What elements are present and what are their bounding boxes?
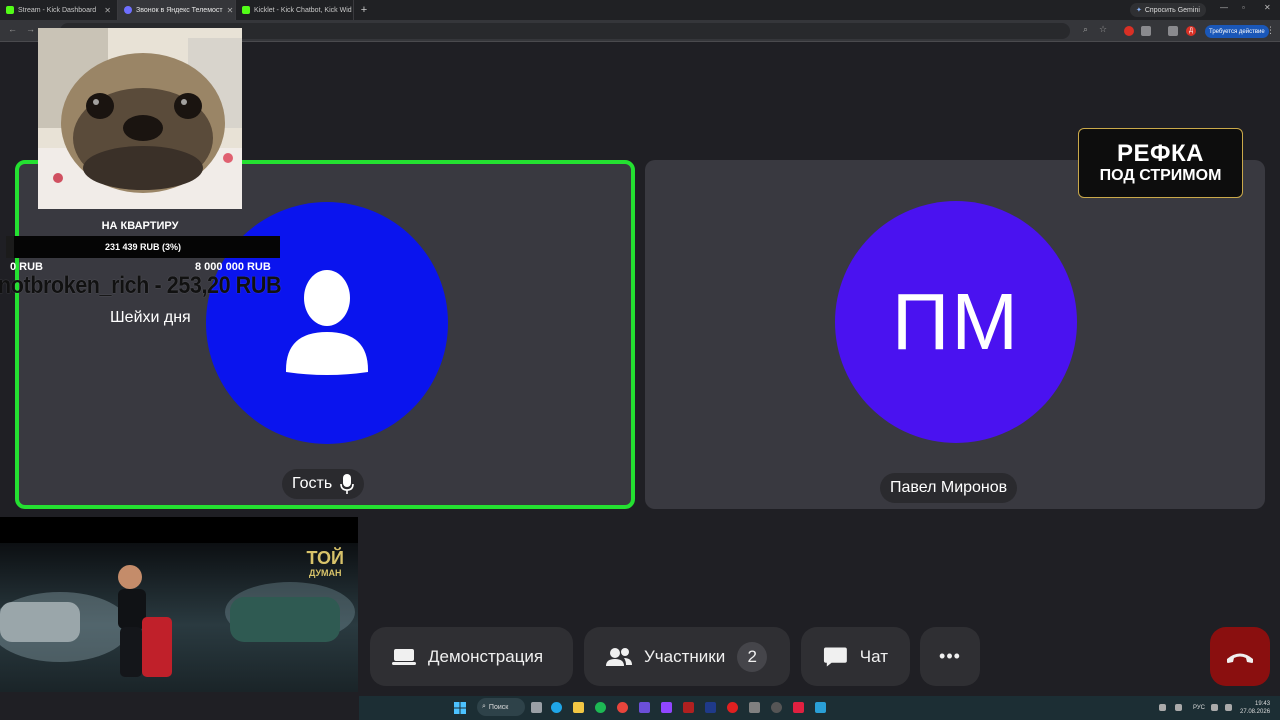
bookmark-star-icon[interactable]: ☆ [1099,24,1107,35]
back-icon[interactable]: ← [8,24,17,34]
app-icon[interactable] [639,702,650,713]
zoom-icon[interactable]: ⌕ [1083,24,1088,35]
search-icon: ⌕ [482,703,486,710]
ask-gemini-button[interactable]: ✦ Спросить Gemini [1130,3,1206,17]
end-call-button[interactable] [1210,627,1270,686]
screen-share-label: Демонстрация [428,646,544,666]
donation-goal-progress-bar: 231 439 RUB (3%) [6,236,280,258]
participants-icon [606,647,632,666]
music-video-overlay: ТОЙ ДУМАН [0,517,358,692]
participants-button[interactable]: Участники 2 [584,627,790,686]
tab-title: Kicklet - Kick Chatbot, Kick Wid [254,6,352,14]
minimize-window-icon[interactable]: — [1220,3,1228,12]
close-tab-icon[interactable]: ✕ [227,6,234,15]
taskbar-clock[interactable]: 19:43 27.08.2026 [1240,700,1270,716]
referral-promo-badge: РЕФКА ПОД СТРИМОМ [1078,128,1243,198]
extensions-puzzle-icon[interactable] [1141,26,1151,36]
top-donor-caption: Шейхи дня [110,309,191,326]
participant-name: Павел Миронов [890,479,1008,496]
task-view-icon[interactable] [531,702,542,713]
forward-icon[interactable]: → [26,24,35,34]
close-tab-icon[interactable]: ✕ [104,6,111,15]
tray-arrow-icon[interactable] [1159,704,1166,711]
taskbar-search-label: Поиск [488,703,509,711]
volume-icon[interactable] [1225,704,1232,711]
video-brand-line-1: ТОЙ [306,548,345,568]
start-button-icon[interactable] [454,702,466,714]
donation-goal-amount: 231 439 RUB (3%) [104,242,182,252]
new-tab-button[interactable]: + [354,4,374,16]
app-red-icon[interactable] [683,702,694,713]
maximize-window-icon[interactable]: ▫ [1242,3,1245,12]
chrome-icon[interactable] [617,702,628,713]
profile-avatar[interactable]: Д [1186,26,1196,36]
browser-tab-bar: Stream - Kick Dashboard ✕ Звонок в Яндек… [0,0,1280,20]
obs-icon[interactable] [771,702,782,713]
tray-mic-icon[interactable] [1175,704,1182,711]
more-options-button[interactable]: ••• [920,627,980,686]
participant-video-tile[interactable]: ПМ Павел Миронов [645,160,1265,509]
close-window-icon[interactable]: ✕ [1264,3,1271,12]
promo-line-1: РЕФКА [1117,140,1204,167]
tab-kicklet[interactable]: Kicklet - Kick Chatbot, Kick Wid ✕ [236,0,354,20]
keyboard-language[interactable]: РУС [1193,705,1205,711]
participant-name-pill: Павел Миронов [880,473,1018,503]
menu-dots-icon[interactable]: ⋮ [1266,25,1275,36]
spotify-icon[interactable] [595,702,606,713]
donation-goal-title: НА КВАРТИРУ [101,220,179,232]
taskbar-search[interactable]: ⌕ Поиск [477,698,525,716]
tab-kick-dashboard[interactable]: Stream - Kick Dashboard ✕ [0,0,118,20]
participants-count-badge: 2 [737,641,768,672]
kicklet-favicon-icon [242,6,250,14]
telegram-icon[interactable] [815,702,826,713]
screen-share-button[interactable]: Демонстрация [370,627,573,686]
app-gray-icon[interactable] [749,702,760,713]
guest-name-pill: Гость [282,469,365,499]
top-donor-text: notbroken_rich - 253,20 RUB [0,272,282,299]
pug-photo [38,28,242,209]
tab-telemost-call[interactable]: Звонок в Яндекс Телемост ✕ [118,0,236,20]
audition-icon[interactable] [705,702,716,713]
participants-label: Участники [644,646,726,666]
video-brand-line-2: ДУМАН [308,568,342,578]
chat-icon [823,646,847,667]
network-icon[interactable] [1211,704,1218,711]
guest-video-tile[interactable]: Гость [15,160,635,509]
gemini-icon: ✦ [1136,7,1142,14]
more-options-icon: ••• [939,646,961,666]
taskbar-date: 27.08.2026 [1240,709,1271,715]
file-explorer-icon[interactable] [573,702,584,713]
telemost-favicon-icon [124,6,132,14]
screen-share-icon [392,648,416,665]
twitch-icon[interactable] [661,702,672,713]
tab-title: Звонок в Яндекс Телемост [136,6,223,14]
kick-favicon-icon [6,6,14,14]
chat-button[interactable]: Чат [801,627,910,686]
ask-gemini-label: Спросить Gemini [1144,6,1200,14]
video-channel-logo: ТОЙ ДУМАН [307,549,345,580]
action-required-button[interactable]: Требуется действие [1205,25,1269,38]
edge-icon[interactable] [551,702,562,713]
tab-title: Stream - Kick Dashboard [18,6,97,14]
taskbar-time: 19:43 [1255,701,1271,707]
microphone-icon[interactable] [340,474,354,494]
promo-line-2: ПОД СТРИМОМ [1099,167,1222,184]
extension-icon[interactable] [1124,26,1134,36]
guest-name: Гость [292,475,333,492]
youtube-icon[interactable] [727,702,738,713]
participant-avatar: ПМ [835,201,1077,443]
chat-label: Чат [859,646,888,666]
hang-up-icon [1227,653,1253,663]
cast-icon[interactable] [1168,26,1178,36]
tiktok-icon[interactable] [793,702,804,713]
